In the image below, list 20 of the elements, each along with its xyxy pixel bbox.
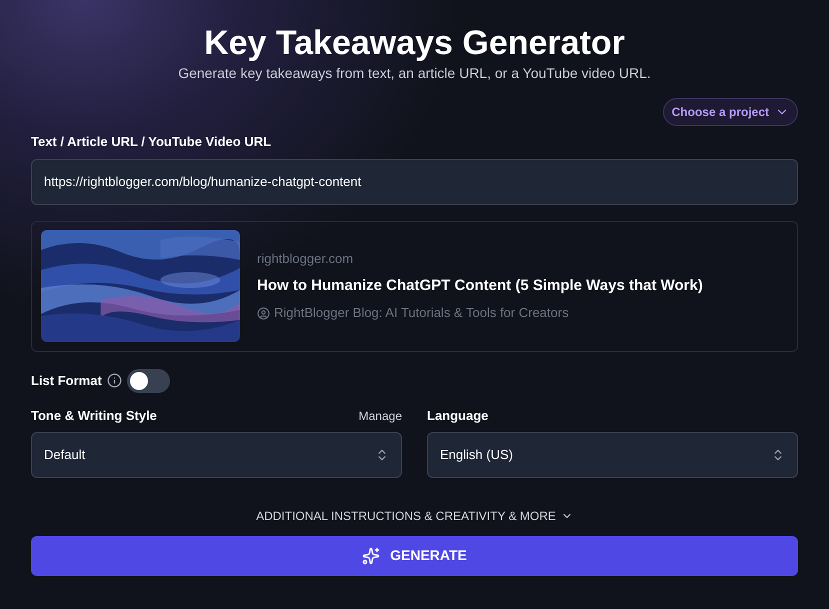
manage-link[interactable]: Manage	[358, 406, 402, 424]
list-format-switch[interactable]	[126, 368, 170, 392]
list-format-label: List Format	[31, 372, 102, 390]
user-icon	[257, 306, 270, 320]
sparkles-icon	[362, 546, 380, 564]
info-icon	[106, 373, 122, 388]
generate-button[interactable]: GENERATE	[31, 536, 798, 576]
field-label: Text / Article URL / YouTube Video URL	[31, 133, 272, 151]
page-subtitle: Generate key takeaways from text, an article URL, or a YouTube video URL.	[178, 64, 651, 82]
language-label: Language	[427, 406, 488, 425]
page-title: Key Takeaways Generator	[204, 23, 625, 64]
preview-site: RightBlogger Blog: AI Tutorials & Tools for Creators	[274, 304, 569, 322]
url-field[interactable]: https://rightblogger.com/blog/humanize-chatgpt-content	[31, 158, 798, 204]
project-dropdown[interactable]: Choose a project	[662, 98, 798, 126]
tone-select[interactable]: Default	[31, 432, 402, 478]
preview-title: How to Humanize ChatGPT Content (5 Simple Ways that Work)	[257, 276, 703, 296]
preview-domain: rightblogger.com	[257, 250, 354, 268]
language-select[interactable]: English (US)	[427, 432, 798, 478]
more-options-toggle[interactable]: ADDITIONAL INSTRUCTIONS & CREATIVITY & MORE	[256, 506, 573, 524]
tone-label: Tone & Writing Style	[31, 406, 157, 425]
